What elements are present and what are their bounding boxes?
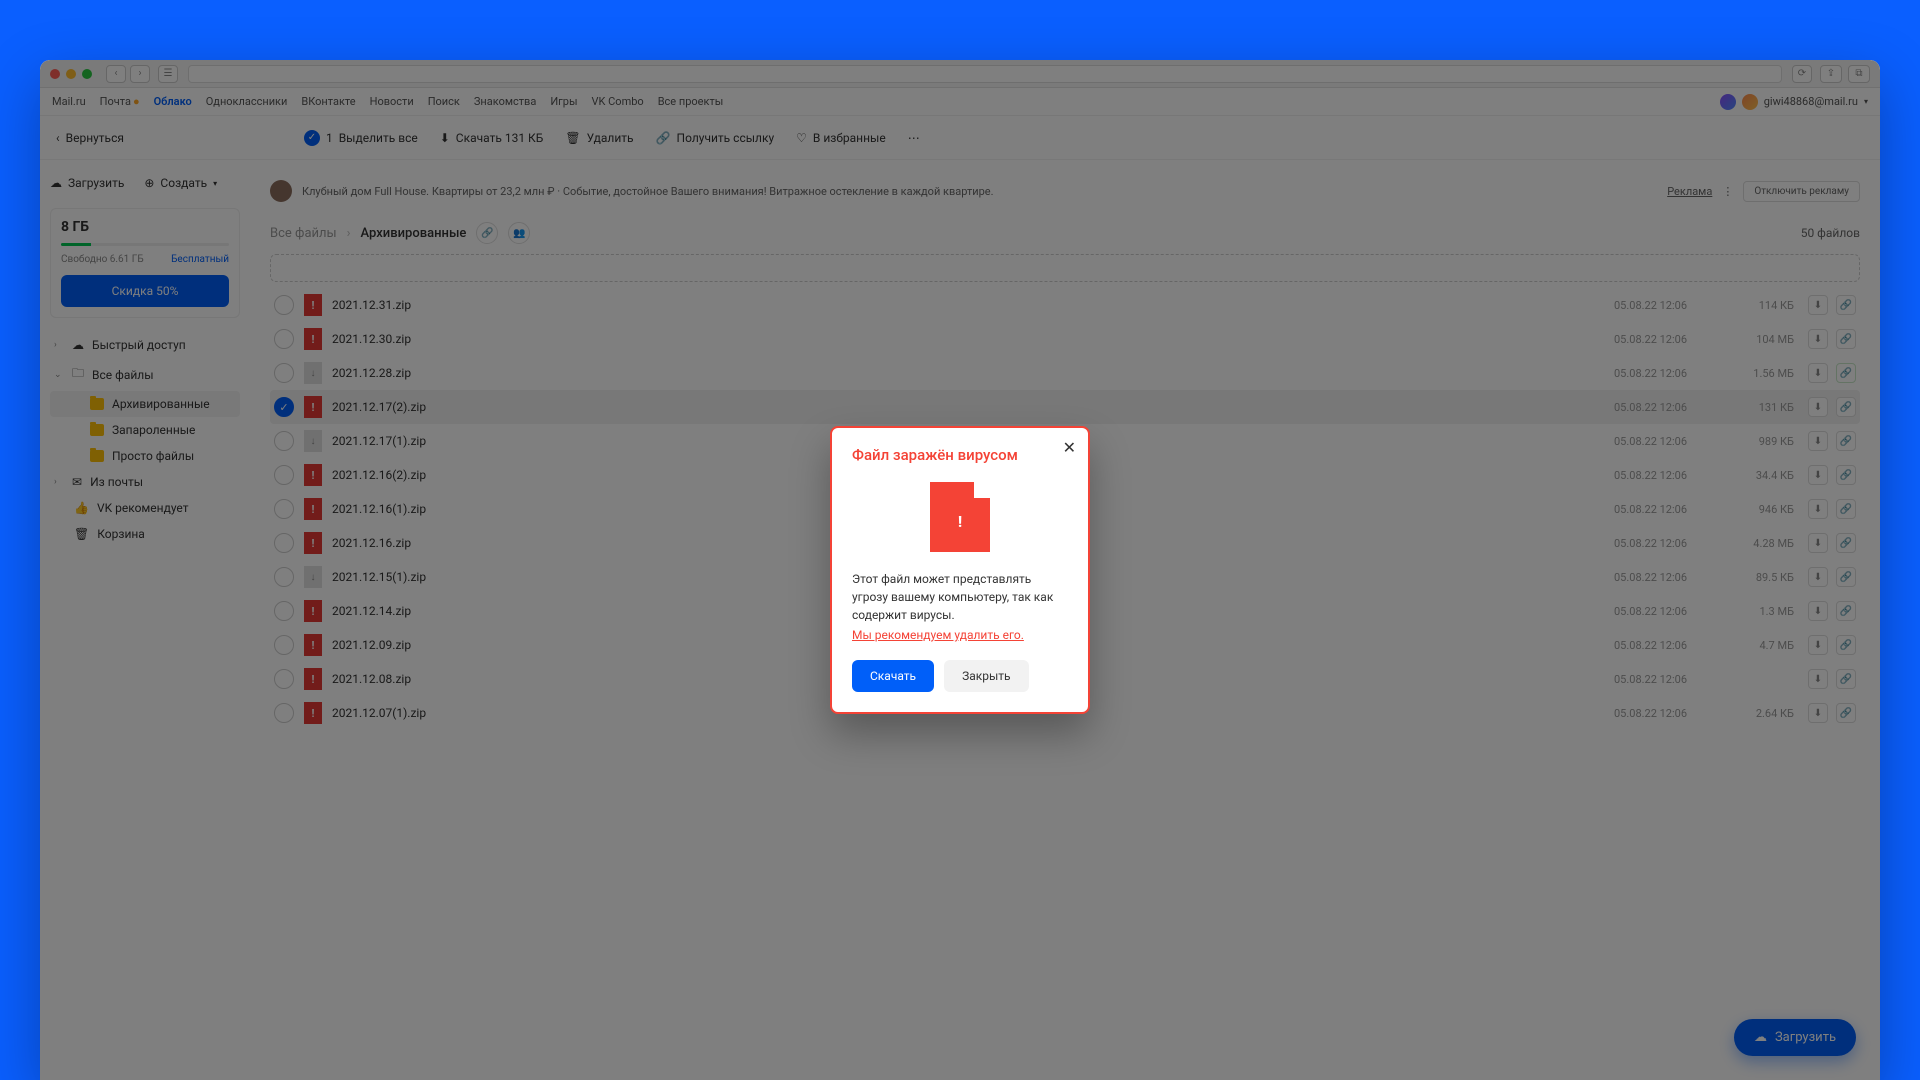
close-modal-button[interactable]: Закрыть [944,660,1028,692]
modal-recommend-link[interactable]: Мы рекомендуем удалить его. [852,628,1068,642]
download-anyway-button[interactable]: Скачать [852,660,934,692]
app-window: ‹ › ☰ ⟳ ⇪ ⧉ Mail.ruПочта●ОблакоОднокласс… [40,60,1880,1080]
infected-file-icon [930,482,990,552]
virus-warning-modal: ✕ Файл заражён вирусом Этот файл может п… [830,426,1090,714]
modal-title: Файл заражён вирусом [852,446,1068,464]
modal-overlay[interactable]: ✕ Файл заражён вирусом Этот файл может п… [40,60,1880,1080]
modal-text: Этот файл может представлять угрозу ваше… [852,570,1068,624]
close-button[interactable]: ✕ [1063,438,1076,457]
